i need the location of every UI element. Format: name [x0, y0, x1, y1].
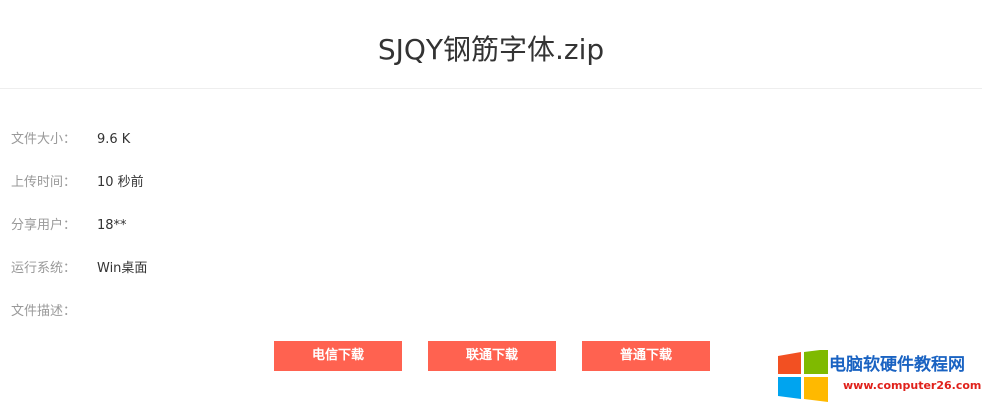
windows-logo-icon	[778, 350, 828, 402]
info-row-share-user: 分享用户： 18**	[11, 216, 127, 236]
info-row-file-size: 文件大小： 9.6 K	[11, 130, 130, 150]
os-label: 运行系统：	[11, 261, 77, 276]
page-header: SJQY钢筋字体.zip	[0, 0, 982, 89]
info-row-os: 运行系统： Win桌面	[11, 259, 147, 279]
info-row-upload-time: 上传时间： 10 秒前	[11, 173, 144, 193]
upload-time-value: 10 秒前	[97, 175, 144, 190]
description-label: 文件描述：	[11, 304, 77, 319]
normal-download-button[interactable]: 普通下载	[582, 341, 710, 371]
file-size-value: 9.6 K	[97, 132, 131, 147]
file-title: SJQY钢筋字体.zip	[377, 33, 605, 66]
site-watermark: 电脑软硬件教程网 www.computer26.com	[777, 350, 982, 408]
watermark-site-url: www.computer26.com	[843, 379, 982, 392]
info-row-description: 文件描述：	[11, 302, 97, 322]
share-user-label: 分享用户：	[11, 218, 77, 233]
download-page: SJQY钢筋字体.zip 文件大小： 9.6 K 上传时间： 10 秒前 分享用户：…	[0, 0, 982, 408]
unicom-download-button[interactable]: 联通下载	[428, 341, 556, 371]
share-user-value: 18**	[97, 218, 127, 233]
upload-time-label: 上传时间：	[11, 175, 77, 190]
telecom-download-button[interactable]: 电信下载	[274, 341, 402, 371]
file-size-label: 文件大小：	[11, 132, 77, 147]
os-value: Win桌面	[97, 261, 148, 276]
watermark-site-name: 电脑软硬件教程网	[829, 355, 965, 375]
